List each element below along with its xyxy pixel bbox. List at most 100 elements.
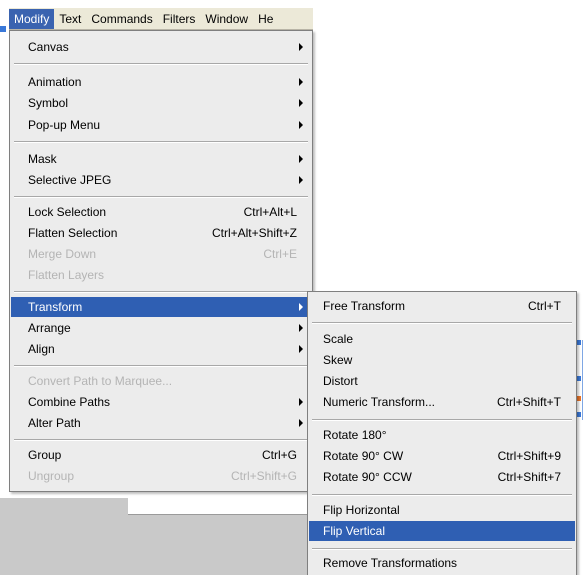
menu-item-merge-down: Merge Down Ctrl+E <box>11 244 311 264</box>
submenu-arrow-icon <box>299 324 303 332</box>
menu-item-align[interactable]: Align <box>11 339 311 359</box>
submenu-arrow-icon <box>299 345 303 353</box>
menu-item-shortcut: Ctrl+G <box>261 448 297 462</box>
menubar-text[interactable]: Text <box>54 9 86 29</box>
menu-item-transform[interactable]: Transform <box>11 297 311 317</box>
menu-item-popup-menu[interactable]: Pop-up Menu <box>11 115 311 135</box>
menu-separator <box>14 291 308 293</box>
transform-submenu: Free Transform Ctrl+T Scale Skew Distort… <box>307 291 577 575</box>
menu-item-selective-jpeg[interactable]: Selective JPEG <box>11 170 311 190</box>
menu-item-label: Flip Vertical <box>323 524 386 538</box>
menu-item-label: Distort <box>323 374 358 388</box>
menu-item-flip-vertical[interactable]: Flip Vertical <box>309 521 575 541</box>
menu-item-label: Flatten Selection <box>28 226 118 240</box>
menu-item-shortcut: Ctrl+E <box>263 247 297 261</box>
submenu-arrow-icon <box>299 99 303 107</box>
selection-border <box>582 340 583 420</box>
menu-separator <box>312 494 572 496</box>
menubar-help[interactable]: He <box>253 9 278 29</box>
menu-item-combine-paths[interactable]: Combine Paths <box>11 392 311 412</box>
menu-item-label: Rotate 90° CW <box>323 449 404 463</box>
canvas-strip <box>128 498 310 515</box>
menu-item-label: Flatten Layers <box>28 268 105 282</box>
menu-separator <box>14 439 308 441</box>
menu-item-skew[interactable]: Skew <box>309 350 575 370</box>
menu-bar: Modify Text Commands Filters Window He <box>9 8 313 30</box>
menu-separator <box>14 141 308 143</box>
menu-separator <box>14 63 308 65</box>
menu-item-rotate-90-ccw[interactable]: Rotate 90° CCW Ctrl+Shift+7 <box>309 467 575 487</box>
menu-item-flatten-layers: Flatten Layers <box>11 265 311 285</box>
menu-item-group[interactable]: Group Ctrl+G <box>11 445 311 465</box>
menu-item-label: Align <box>28 342 55 356</box>
menu-item-label: Scale <box>323 332 354 346</box>
submenu-arrow-icon <box>299 121 303 129</box>
menu-item-mask[interactable]: Mask <box>11 149 311 169</box>
menu-separator <box>14 196 308 198</box>
menu-item-label: Rotate 90° CCW <box>323 470 412 484</box>
menu-item-numeric-transform[interactable]: Numeric Transform... Ctrl+Shift+T <box>309 392 575 412</box>
menu-item-scale[interactable]: Scale <box>309 329 575 349</box>
menu-item-alter-path[interactable]: Alter Path <box>11 413 311 433</box>
menu-item-shortcut: Ctrl+Shift+G <box>230 469 297 483</box>
menu-item-rotate-180[interactable]: Rotate 180° <box>309 425 575 445</box>
menu-item-label: Convert Path to Marquee... <box>28 374 173 388</box>
menu-item-label: Lock Selection <box>28 205 107 219</box>
submenu-arrow-icon <box>299 78 303 86</box>
menu-item-canvas[interactable]: Canvas <box>11 37 311 57</box>
modify-menu: Canvas Animation Symbol Pop-up Menu Mask… <box>9 30 313 492</box>
submenu-arrow-icon <box>299 176 303 184</box>
menu-item-shortcut: Ctrl+Shift+T <box>496 395 561 409</box>
menu-item-shortcut: Ctrl+T <box>528 299 561 313</box>
menu-separator <box>14 365 308 367</box>
submenu-arrow-icon <box>299 155 303 163</box>
menu-separator <box>312 548 572 550</box>
menu-separator <box>312 322 572 324</box>
menu-item-label: Animation <box>28 75 82 89</box>
menu-item-label: Numeric Transform... <box>323 395 436 409</box>
menu-item-lock-selection[interactable]: Lock Selection Ctrl+Alt+L <box>11 202 311 222</box>
menu-item-label: Selective JPEG <box>28 173 112 187</box>
menu-item-label: Canvas <box>28 40 69 54</box>
menu-item-ungroup: Ungroup Ctrl+Shift+G <box>11 466 311 486</box>
selection-handle-icon <box>0 26 6 32</box>
submenu-arrow-icon <box>299 398 303 406</box>
menu-item-shortcut: Ctrl+Alt+Shift+Z <box>211 226 297 240</box>
menu-item-label: Symbol <box>28 96 69 110</box>
submenu-arrow-icon <box>299 419 303 427</box>
menu-item-label: Remove Transformations <box>323 556 458 570</box>
menu-item-animation[interactable]: Animation <box>11 72 311 92</box>
menu-item-label: Group <box>28 448 62 462</box>
menu-item-label: Rotate 180° <box>323 428 387 442</box>
menu-item-arrange[interactable]: Arrange <box>11 318 311 338</box>
submenu-arrow-icon <box>299 303 303 311</box>
menu-item-label: Alter Path <box>28 416 81 430</box>
menubar-modify[interactable]: Modify <box>9 8 55 29</box>
menu-item-rotate-90-cw[interactable]: Rotate 90° CW Ctrl+Shift+9 <box>309 446 575 466</box>
menu-item-flatten-selection[interactable]: Flatten Selection Ctrl+Alt+Shift+Z <box>11 223 311 243</box>
submenu-arrow-icon <box>299 43 303 51</box>
menu-item-label: Ungroup <box>28 469 75 483</box>
menu-item-shortcut: Ctrl+Shift+9 <box>497 449 561 463</box>
menu-item-shortcut: Ctrl+Alt+L <box>243 205 297 219</box>
menu-item-label: Arrange <box>28 321 71 335</box>
menu-item-symbol[interactable]: Symbol <box>11 93 311 113</box>
menubar-window[interactable]: Window <box>200 9 253 29</box>
selection-fragment <box>576 340 584 420</box>
menu-item-label: Merge Down <box>28 247 97 261</box>
menu-separator <box>312 419 572 421</box>
menu-item-label: Pop-up Menu <box>28 118 101 132</box>
menu-item-label: Free Transform <box>323 299 406 313</box>
menu-item-label: Combine Paths <box>28 395 111 409</box>
menubar-filters[interactable]: Filters <box>158 9 201 29</box>
menu-item-flip-horizontal[interactable]: Flip Horizontal <box>309 500 575 520</box>
menu-item-convert-path-to-marquee: Convert Path to Marquee... <box>11 371 311 391</box>
menu-item-label: Flip Horizontal <box>323 503 400 517</box>
menu-item-label: Mask <box>28 152 57 166</box>
menubar-commands[interactable]: Commands <box>86 9 157 29</box>
menu-item-free-transform[interactable]: Free Transform Ctrl+T <box>309 296 575 316</box>
menu-item-remove-transformations[interactable]: Remove Transformations <box>309 553 575 573</box>
menu-item-shortcut: Ctrl+Shift+7 <box>497 470 561 484</box>
menu-item-label: Transform <box>28 300 83 314</box>
menu-item-distort[interactable]: Distort <box>309 371 575 391</box>
